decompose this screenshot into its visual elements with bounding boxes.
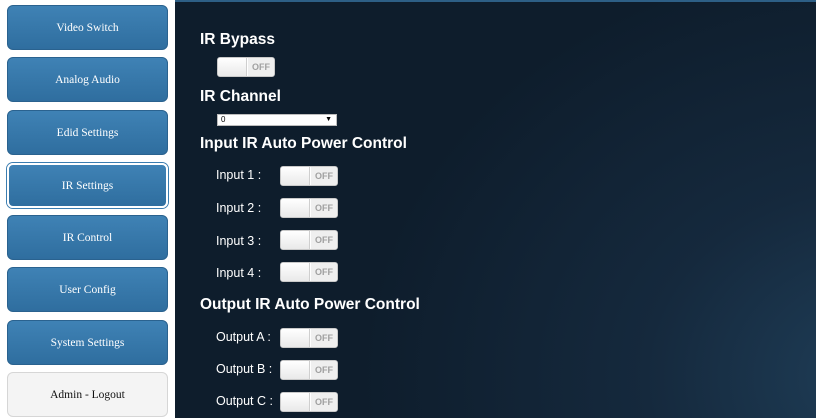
ir-channel-value: 0 [221, 115, 226, 124]
output-c-label: Output C : [216, 394, 273, 408]
output-a-toggle[interactable]: OFF [280, 328, 338, 348]
nav-edid-settings-label: Edid Settings [56, 126, 119, 139]
toggle-state-text: OFF [311, 361, 337, 379]
toggle-knob [281, 329, 310, 347]
nav-ir-control-button[interactable]: IR Control [7, 215, 168, 260]
settings-panel: IR Bypass OFF IR Channel 0 ▼ Input IR Au… [175, 0, 816, 418]
ir-channel-select[interactable]: 0 ▼ [217, 114, 337, 126]
input-1-toggle[interactable]: OFF [280, 166, 338, 186]
toggle-state-text: OFF [311, 393, 337, 411]
toggle-knob [281, 231, 310, 249]
chevron-down-icon: ▼ [325, 116, 332, 123]
sidebar: Video Switch Analog Audio Edid Settings … [0, 0, 175, 418]
toggle-knob [281, 263, 310, 281]
nav-edid-settings-button[interactable]: Edid Settings [7, 110, 168, 155]
nav-system-settings-button[interactable]: System Settings [7, 320, 168, 365]
output-a-label: Output A : [216, 330, 271, 344]
nav-ir-control-label: IR Control [62, 231, 113, 244]
output-c-toggle[interactable]: OFF [280, 392, 338, 412]
nav-ir-settings-button[interactable]: IR Settings [7, 163, 168, 208]
nav-analog-audio-label: Analog Audio [55, 73, 120, 86]
ir-channel-heading: IR Channel [200, 88, 281, 105]
input-4-toggle[interactable]: OFF [280, 262, 338, 282]
output-b-toggle[interactable]: OFF [280, 360, 338, 380]
ir-bypass-heading: IR Bypass [200, 31, 275, 48]
nav-video-switch-label: Video Switch [56, 21, 119, 34]
nav-analog-audio-button[interactable]: Analog Audio [7, 57, 168, 102]
toggle-state-text: OFF [311, 199, 337, 217]
toggle-knob [281, 361, 310, 379]
toggle-state-text: OFF [311, 167, 337, 185]
toggle-state-text: OFF [248, 58, 274, 76]
output-ir-heading: Output IR Auto Power Control [200, 296, 420, 313]
input-3-toggle[interactable]: OFF [280, 230, 338, 250]
input-3-label: Input 3 : [216, 234, 262, 248]
input-1-label: Input 1 : [216, 168, 262, 182]
toggle-state-text: OFF [311, 231, 337, 249]
toggle-state-text: OFF [311, 263, 337, 281]
nav-video-switch-button[interactable]: Video Switch [7, 5, 168, 50]
input-ir-heading: Input IR Auto Power Control [200, 135, 407, 152]
nav-ir-settings-label: IR Settings [61, 179, 114, 192]
output-b-label: Output B : [216, 362, 273, 376]
nav-user-config-label: User Config [59, 283, 116, 296]
toggle-state-text: OFF [311, 329, 337, 347]
input-2-label: Input 2 : [216, 201, 262, 215]
toggle-knob [218, 58, 247, 76]
toggle-knob [281, 167, 310, 185]
input-4-label: Input 4 : [216, 266, 262, 280]
admin-logout-button[interactable]: Admin - Logout [7, 372, 168, 417]
toggle-knob [281, 199, 310, 217]
ir-bypass-toggle[interactable]: OFF [217, 57, 275, 77]
input-2-toggle[interactable]: OFF [280, 198, 338, 218]
admin-logout-label: Admin - Logout [50, 388, 125, 401]
nav-system-settings-label: System Settings [50, 336, 125, 349]
nav-user-config-button[interactable]: User Config [7, 267, 168, 312]
toggle-knob [281, 393, 310, 411]
